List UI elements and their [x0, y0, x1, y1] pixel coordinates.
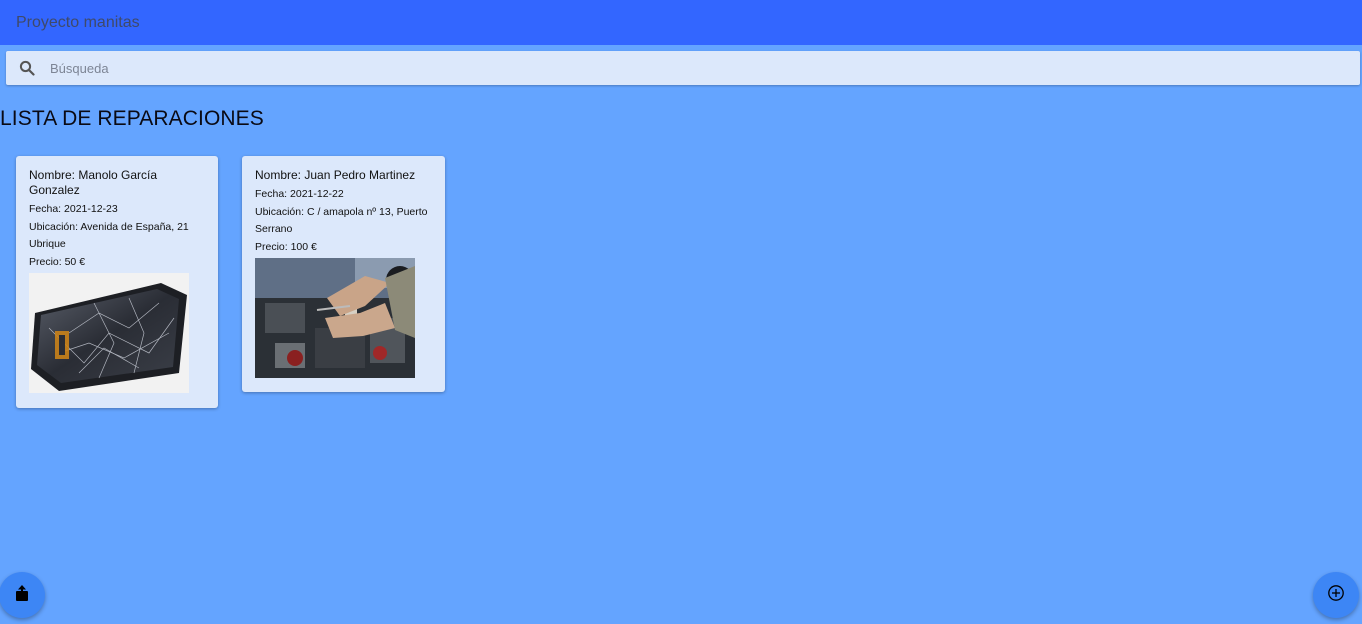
search-icon — [6, 51, 48, 85]
broken-phone-photo — [29, 273, 189, 393]
car-engine-repair-photo — [255, 258, 415, 378]
repair-date: Fecha: 2021-12-23 — [29, 203, 118, 215]
add-repair-button[interactable] — [1313, 572, 1359, 618]
app-title: Proyecto manitas — [16, 13, 140, 31]
repair-card[interactable]: Nombre: Manolo García Gonzalez Fecha: 20… — [16, 156, 218, 408]
repair-location: Ubicación: Avenida de España, 21 Ubrique — [29, 221, 189, 250]
share-button[interactable] — [0, 572, 45, 618]
app-toolbar: Proyecto manitas — [0, 0, 1362, 45]
repair-price: Precio: 50 € — [29, 256, 86, 268]
repair-name: Nombre: Juan Pedro Martinez — [255, 168, 416, 182]
repair-location: Ubicación: C / amapola nº 13, Puerto Ser… — [255, 206, 428, 235]
share-icon — [13, 584, 31, 607]
repair-price: Precio: 100 € — [255, 241, 317, 253]
repair-card[interactable]: Nombre: Juan Pedro Martinez Fecha: 2021-… — [242, 156, 445, 392]
search-input[interactable] — [48, 53, 1338, 83]
repair-name: Nombre: Manolo García Gonzalez — [29, 168, 158, 197]
search-bar[interactable] — [6, 51, 1360, 85]
page-title: LISTA DE REPARACIONES — [0, 107, 264, 130]
add-circle-icon — [1327, 584, 1345, 607]
repair-date: Fecha: 2021-12-22 — [255, 188, 344, 200]
